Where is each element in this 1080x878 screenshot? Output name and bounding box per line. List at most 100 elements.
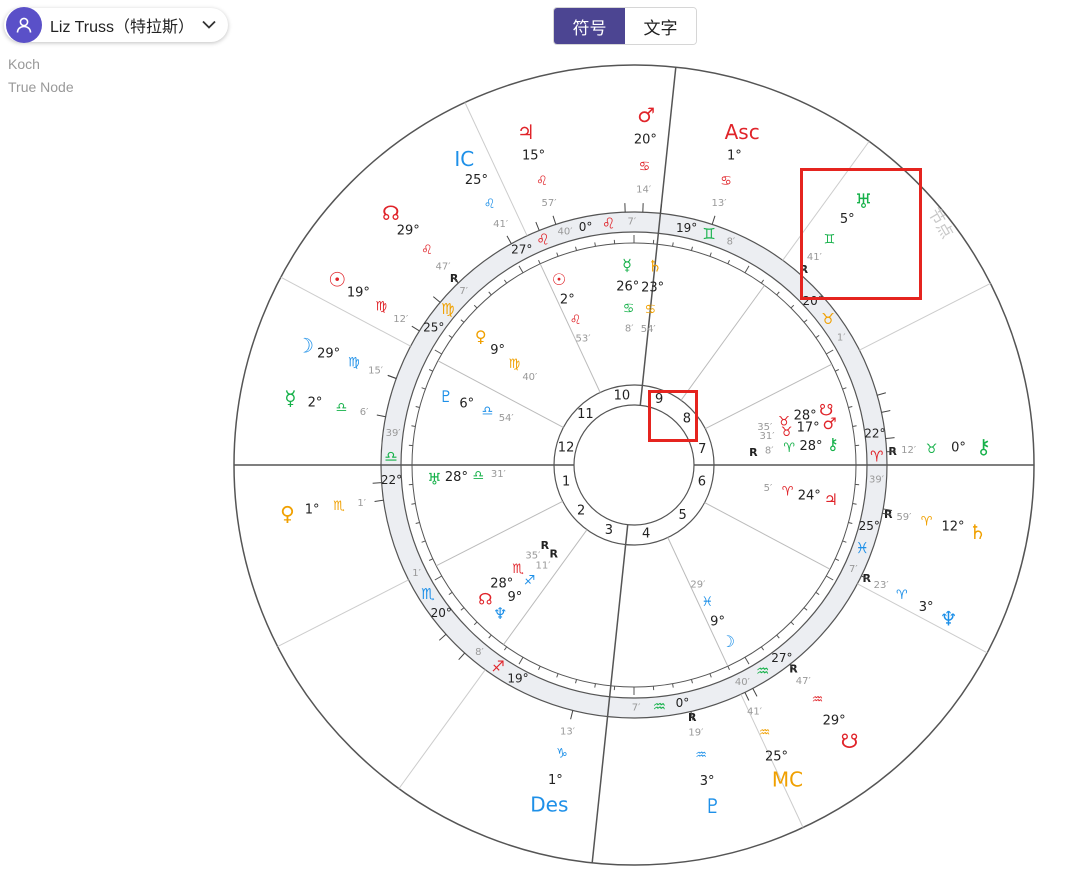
- planet-sign: ♌: [421, 243, 433, 258]
- planet-sign: ♌: [570, 313, 582, 328]
- planet-sign: ♍: [509, 357, 521, 372]
- cusp-line: [704, 502, 831, 570]
- planet-minute: 6′: [360, 407, 369, 418]
- pluto-icon: ♇: [704, 794, 722, 818]
- degree-tick: [826, 575, 834, 581]
- neptune-icon: ♆: [940, 606, 958, 630]
- planet-pointer: [535, 221, 540, 231]
- retrograde-mark: R: [749, 446, 758, 459]
- degree-tick: [826, 349, 834, 355]
- text-view-button[interactable]: 文字: [625, 8, 696, 44]
- planet-minute: 14′: [636, 185, 652, 196]
- degree-tick: [428, 369, 434, 372]
- moon-icon: ☽: [721, 632, 735, 651]
- house-number-10: 10: [614, 389, 631, 404]
- degree-tick: [709, 252, 712, 257]
- degree-tick: [503, 646, 508, 651]
- planet-pointer: [881, 410, 891, 413]
- planet-degree: 29°: [823, 714, 846, 729]
- chevron-down-icon[interactable]: [202, 20, 216, 30]
- house-number-6: 6: [698, 474, 706, 489]
- planet-sign: ♈: [896, 588, 908, 603]
- degree-tick: [594, 683, 596, 688]
- sign-glyph: ♊: [702, 225, 715, 243]
- planet-minute: 57′: [542, 198, 558, 209]
- degree-tick: [488, 291, 492, 296]
- outer_points-planet-sun: ☉19° ♍ 12′: [328, 268, 420, 332]
- north-node-icon: ☊: [478, 589, 492, 608]
- planet-minute: 13′: [711, 198, 727, 209]
- planet-pointer: [387, 374, 397, 379]
- planet-degree: 29°: [317, 346, 340, 361]
- degree-tick: [834, 369, 840, 372]
- sign-minute: 39′: [869, 474, 885, 485]
- planet-degree: 26°: [616, 280, 639, 295]
- sun-icon: ☉: [328, 268, 346, 292]
- sign-degree: 22°: [381, 473, 402, 487]
- planet-pointer: [458, 652, 466, 661]
- cusp-line: [680, 285, 765, 401]
- highlight-box-uranus: [800, 168, 922, 300]
- venus-icon: ♀: [280, 502, 295, 526]
- degree-tick: [594, 242, 596, 247]
- degree-tick: [803, 319, 808, 323]
- north-node-icon: ☊: [382, 201, 400, 225]
- planet-degree: 25°: [765, 750, 788, 765]
- degree-tick: [411, 503, 416, 505]
- degree-tick: [415, 406, 420, 409]
- venus-icon: ♀: [475, 327, 487, 346]
- planet-degree: 0°: [951, 440, 966, 455]
- cusp-line: [591, 524, 629, 863]
- cusp-line-outer: [277, 579, 409, 648]
- degree-tick: [727, 665, 730, 671]
- planet-sign: ♒: [812, 692, 824, 707]
- sign-glyph: ♒: [756, 662, 769, 680]
- sign-glyph: ♎: [384, 448, 397, 466]
- planet-degree: 29°: [397, 224, 420, 239]
- planet-pointer: [438, 633, 447, 641]
- view-toggle: 符号 文字: [553, 7, 697, 45]
- sun-icon: ☉: [552, 270, 566, 289]
- degree-tick: [672, 242, 674, 247]
- outer_points-planet-moon: ☽ 29° ♍ 15′: [296, 333, 397, 379]
- degree-tick: [727, 259, 730, 265]
- chiron-icon: ⚷: [827, 435, 839, 454]
- planet-pointer: [744, 692, 750, 701]
- sign-degree: 20°: [431, 606, 452, 620]
- planet-sign: ♋: [639, 160, 651, 175]
- outer_points-planet-venus: ♀ 1° ♏ 1′: [280, 498, 384, 526]
- sign-minute: 1′: [412, 568, 421, 579]
- outer_points-planet-mars: ♂ 20° ♋ 14′: [634, 103, 657, 213]
- house-system-label: Koch: [8, 56, 40, 72]
- moon-icon: ☽: [296, 333, 314, 357]
- planet-minute: 12′: [393, 314, 409, 325]
- planet-sign: ♈: [782, 485, 794, 500]
- house-number-1: 1: [562, 474, 570, 489]
- planet-minute: 5′: [764, 483, 773, 494]
- planet-degree: 1°: [548, 773, 563, 788]
- planet-sign: ♌: [536, 174, 548, 189]
- degree-tick: [672, 683, 674, 688]
- planet-pointer: [372, 482, 382, 484]
- symbol-view-button[interactable]: 符号: [554, 8, 625, 44]
- planet-degree: 1°: [727, 148, 742, 163]
- planet-sign: ♋: [623, 302, 635, 317]
- planet-minute: 12′: [901, 445, 917, 456]
- degree-tick: [473, 621, 478, 626]
- profile-name: Liz Truss（特拉斯）: [50, 19, 195, 36]
- retrograde-mark: R: [541, 539, 550, 552]
- sign-minute: 1′: [837, 333, 846, 344]
- planet-minute: 15′: [368, 365, 384, 376]
- planet-pointer: [885, 437, 895, 440]
- planet-degree: 28°: [800, 439, 823, 454]
- profile-selector[interactable]: Liz Truss（特拉斯）: [4, 7, 228, 43]
- house-number-12: 12: [558, 441, 575, 456]
- retrograde-mark: R: [549, 548, 558, 561]
- degree-tick: [434, 349, 442, 355]
- mars-icon: ♂: [822, 414, 836, 433]
- planet-degree: 2°: [560, 292, 575, 307]
- planet-sign: ♋: [644, 302, 656, 317]
- side-label: 节点: [925, 205, 957, 242]
- degree-tick: [575, 679, 578, 684]
- sign-glyph: ♒: [653, 698, 666, 716]
